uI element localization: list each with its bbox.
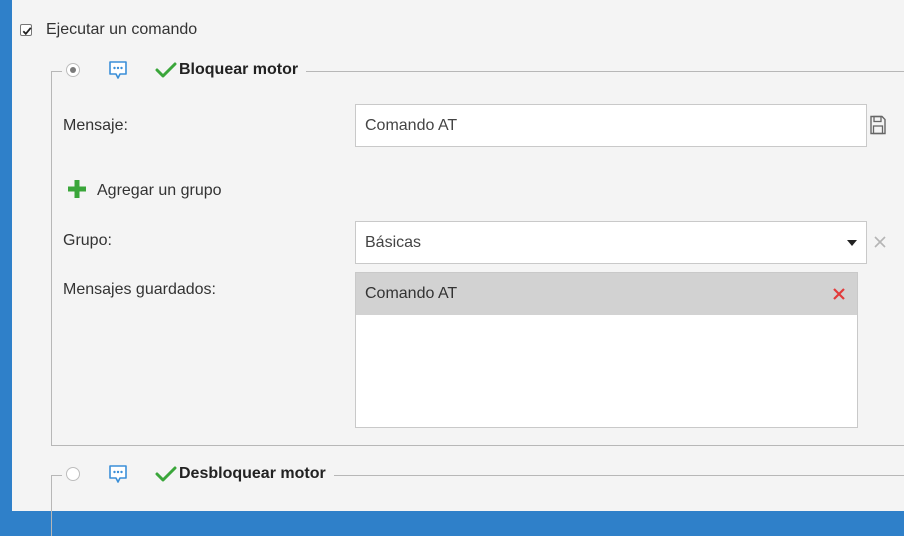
radio-bloquear[interactable]: [66, 63, 80, 77]
message-label: Mensaje:: [63, 117, 128, 134]
command-panel: Ejecutar un comando Bloquear motor Mensa…: [12, 0, 904, 536]
message-bubble-icon[interactable]: [107, 463, 129, 485]
caret-down-icon: [847, 239, 857, 246]
saved-messages-label: Mensajes guardados:: [63, 281, 216, 298]
saved-message-text: Comando AT: [365, 285, 458, 302]
message-input[interactable]: Comando AT: [355, 104, 867, 147]
checkmark-icon: [155, 466, 177, 482]
legend-desbloquear: Desbloquear motor: [62, 463, 334, 485]
execute-command-label: Ejecutar un comando: [46, 21, 198, 38]
x-clear-icon[interactable]: [874, 236, 886, 248]
checkmark-icon: [155, 62, 177, 78]
command-title: Desbloquear motor: [179, 465, 326, 482]
group-select-value: Básicas: [365, 233, 422, 251]
message-input-value: Comando AT: [365, 116, 458, 134]
group-select[interactable]: Básicas: [355, 221, 867, 264]
radio-selected-dot: [70, 67, 76, 73]
message-bubble-icon[interactable]: [107, 59, 129, 81]
saved-messages-list[interactable]: Comando AT: [355, 272, 858, 428]
checkbox-checked-icon: [22, 27, 32, 36]
execute-command-checkbox[interactable]: [20, 24, 32, 36]
command-title: Bloquear motor: [179, 61, 299, 78]
group-label: Grupo:: [63, 232, 112, 249]
floppy-save-icon[interactable]: [869, 115, 887, 135]
plus-icon[interactable]: [68, 180, 86, 198]
radio-desbloquear[interactable]: [66, 467, 80, 481]
x-delete-icon[interactable]: [833, 288, 845, 300]
add-group-link[interactable]: Agregar un grupo: [97, 182, 222, 200]
legend-bloquear: Bloquear motor: [62, 59, 307, 81]
list-item[interactable]: Comando AT: [356, 273, 857, 315]
